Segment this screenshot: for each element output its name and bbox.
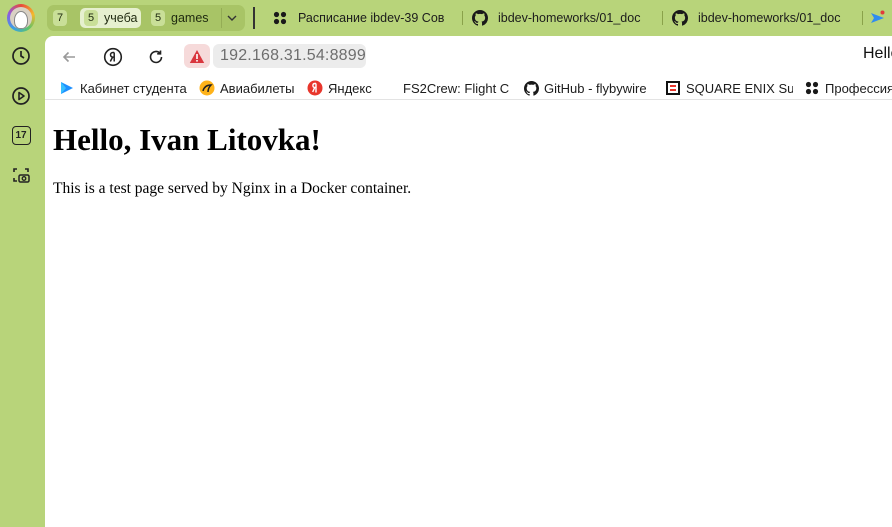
- media-play-icon[interactable]: [8, 83, 34, 109]
- tab-partial[interactable]: [869, 6, 892, 30]
- security-warning-icon[interactable]: [184, 44, 210, 68]
- github-icon: [523, 80, 539, 96]
- bookmark-label: Кабинет студента: [80, 80, 187, 96]
- bookmark-github-flybywire[interactable]: GitHub - flybywire: [523, 78, 649, 98]
- url-text: 192.168.31.54:8899: [220, 47, 366, 64]
- tab-group-label: games: [171, 11, 209, 25]
- tab-group-count: 7: [53, 10, 67, 26]
- tab-title: ibdev-homeworks/01_doc: [698, 11, 841, 25]
- tab-group-label: учеба: [104, 11, 138, 25]
- tab-group-count: 5: [84, 10, 98, 26]
- web-page-content: Hello, Ivan Litovka! This is a test page…: [45, 101, 892, 527]
- tab-divider: [862, 11, 863, 25]
- bookmark-label: GitHub - flybywire: [544, 80, 647, 96]
- yandex-icon: [307, 80, 323, 96]
- bookmark-yandex[interactable]: Яндекс: [307, 78, 377, 98]
- bookmark-square-enix[interactable]: SQUARE ENIX Sup: [665, 78, 793, 98]
- play-blue-icon: [59, 80, 75, 96]
- tab-groups-container: [47, 5, 245, 31]
- calendar-icon[interactable]: 17: [8, 122, 34, 148]
- history-clock-icon[interactable]: [8, 43, 34, 69]
- page-paragraph: This is a test page served by Nginx in a…: [53, 180, 412, 197]
- tab-group-games[interactable]: 5 games: [151, 8, 209, 28]
- screenshot-icon[interactable]: [8, 162, 34, 188]
- bookmarks-bar: Кабинет студента Авиабилеты Яндекс FS2Cr…: [45, 76, 892, 100]
- yandex-y-icon[interactable]: [100, 44, 126, 70]
- page-heading: Hello, Ivan Litovka!: [53, 122, 321, 157]
- bookmark-label: Профессия: [825, 80, 892, 96]
- bookmark-label: SQUARE ENIX Sup: [686, 80, 793, 96]
- github-icon: [672, 10, 688, 26]
- avatar-image: [10, 7, 32, 29]
- tab-separator: [253, 7, 255, 29]
- multicolor-dots-icon: [804, 80, 820, 96]
- square-enix-icon: [665, 80, 681, 96]
- reload-icon[interactable]: [143, 44, 169, 70]
- github-icon: [472, 10, 488, 26]
- bookmark-label: Яндекс: [328, 80, 372, 96]
- address-bar[interactable]: 192.168.31.54:8899: [213, 44, 366, 68]
- tab-github-1[interactable]: ibdev-homeworks/01_doc: [472, 6, 657, 30]
- side-panel: 17: [0, 0, 45, 527]
- aviasales-icon: [199, 80, 215, 96]
- bookmark-label: FS2Crew: Flight C: [403, 80, 510, 96]
- browser-window: 192.168.31.54:8899 Hello Кабинет студент…: [45, 36, 892, 527]
- tab-divider: [662, 11, 663, 25]
- tab-schedule[interactable]: Расписание ibdev-39 Сов: [272, 6, 456, 30]
- navigation-toolbar: 192.168.31.54:8899 Hello: [45, 36, 892, 76]
- multicolor-dots-icon: [272, 10, 288, 26]
- bookmark-fs2crew[interactable]: FS2Crew: Flight C: [403, 78, 510, 98]
- bookmark-professiya[interactable]: Профессия: [804, 78, 892, 98]
- tab-github-2[interactable]: ibdev-homeworks/01_doc: [672, 6, 857, 30]
- bookmark-aviabilety[interactable]: Авиабилеты: [199, 78, 299, 98]
- bookmark-label: Авиабилеты: [220, 80, 295, 96]
- bookmark-student-cabinet[interactable]: Кабинет студента: [59, 78, 194, 98]
- tab-group-ucheba[interactable]: 5 учеба: [80, 8, 142, 28]
- chevron-down-icon[interactable]: [221, 8, 241, 28]
- tab-divider: [462, 11, 463, 25]
- tab-title: ibdev-homeworks/01_doc: [498, 11, 641, 25]
- tab-group-1[interactable]: 7: [53, 8, 73, 28]
- tab-strip: 7 5 учеба 5 games Расписание ibdev-39 Со…: [45, 0, 892, 36]
- page-title: Hello: [863, 45, 892, 62]
- send-arrow-icon: [869, 10, 885, 26]
- back-arrow-icon[interactable]: [56, 44, 82, 70]
- tab-title: Расписание ibdev-39 Сов: [298, 11, 445, 25]
- tab-group-count: 5: [151, 10, 165, 26]
- profile-avatar[interactable]: [7, 4, 35, 32]
